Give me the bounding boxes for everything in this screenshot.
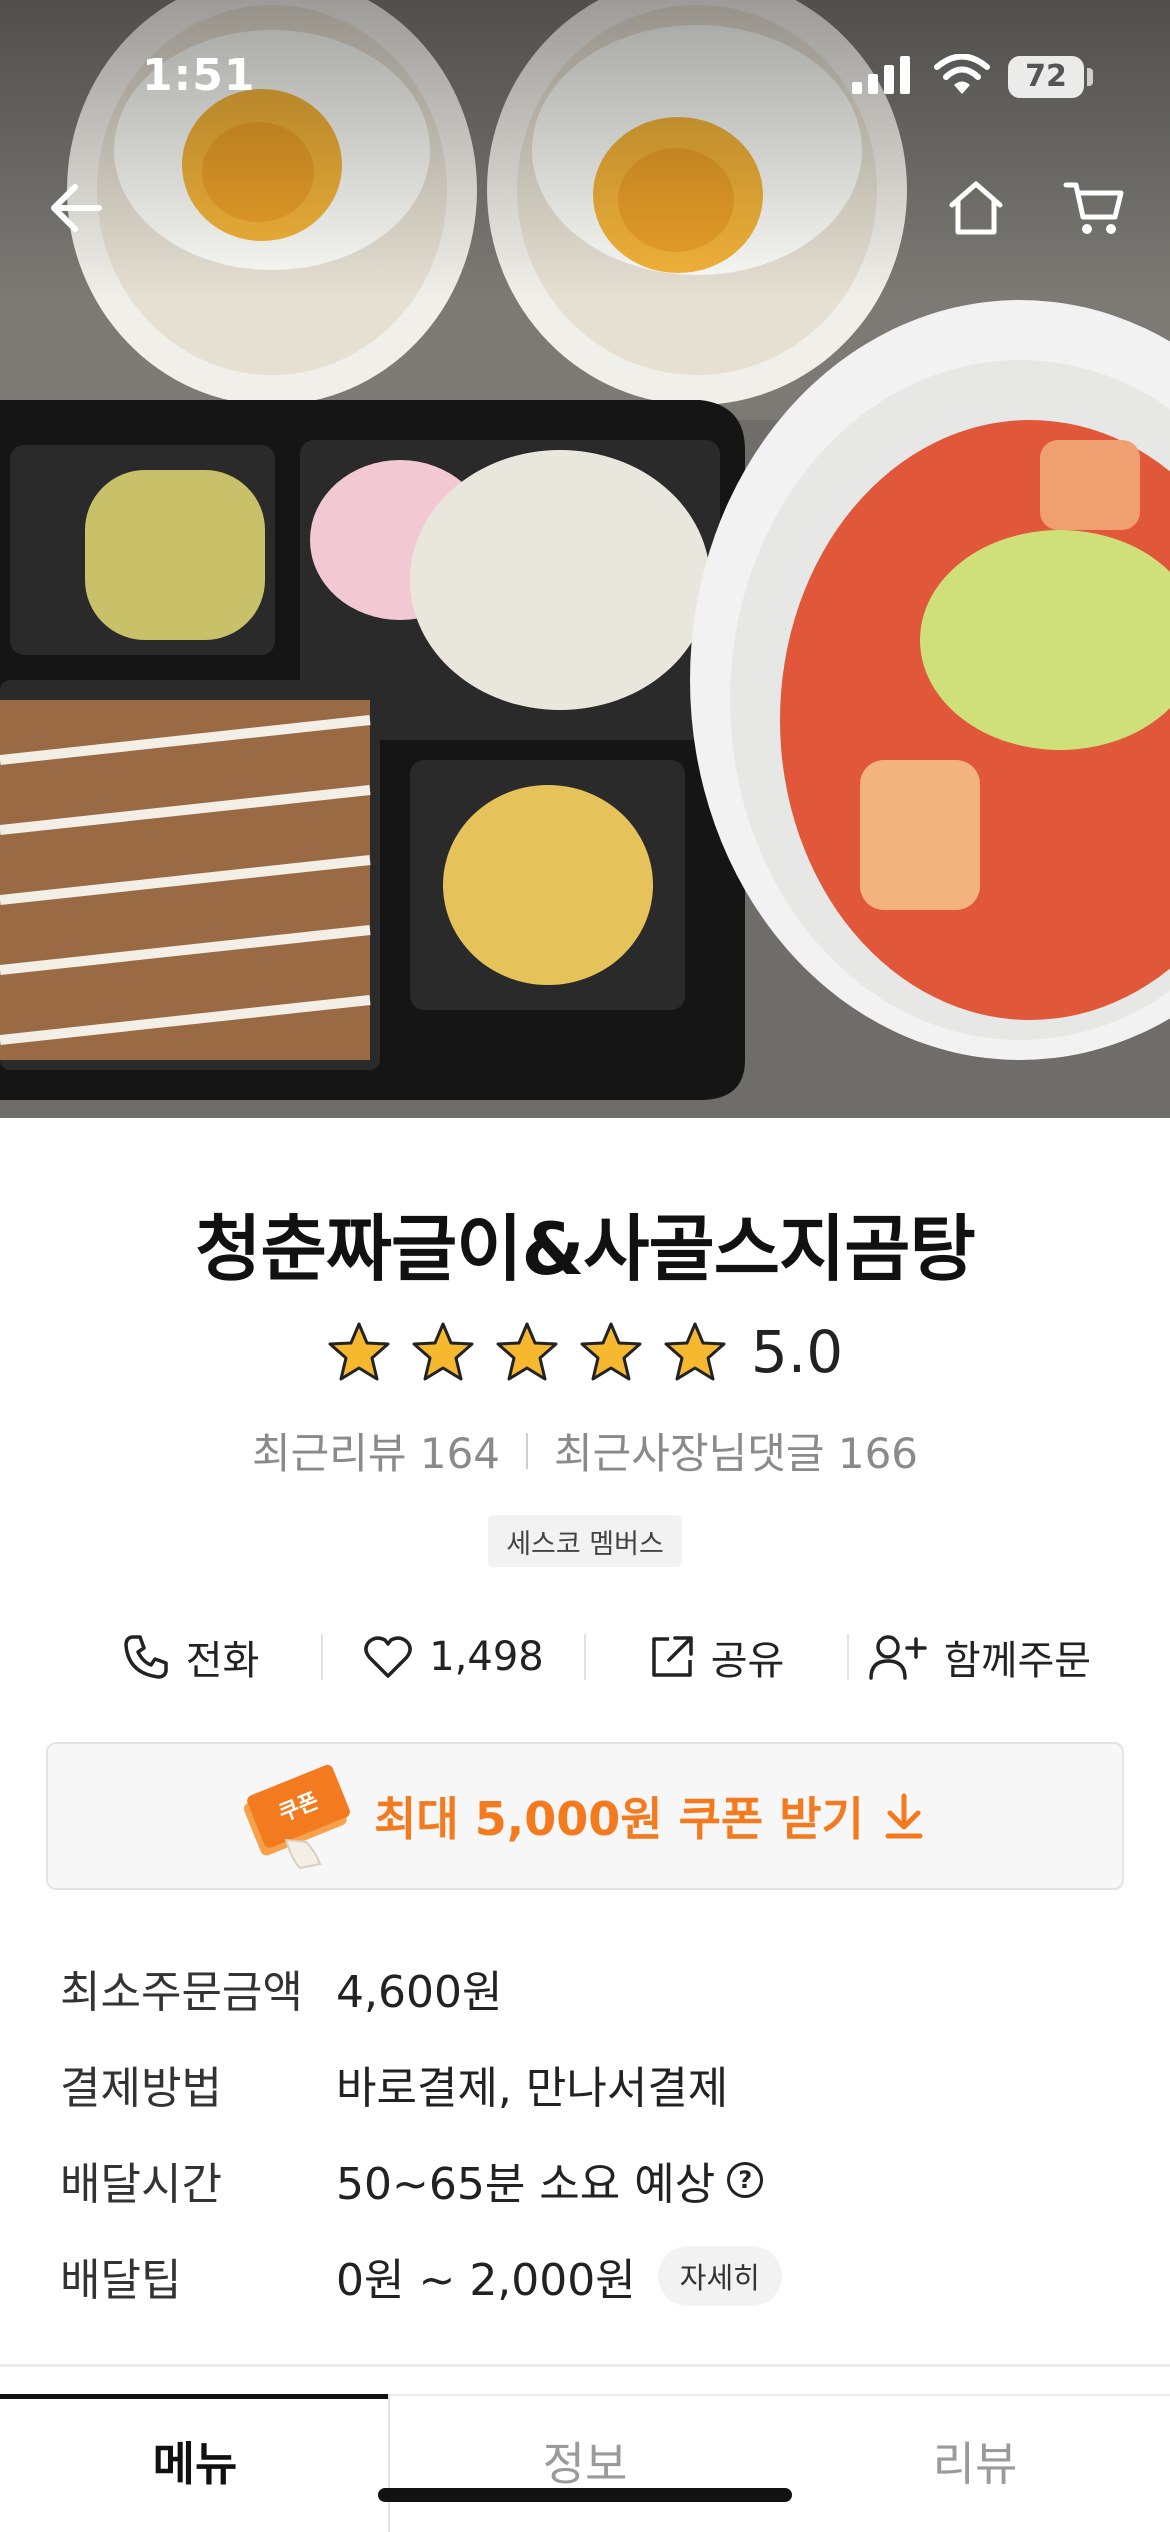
delivery-time-value: 50~65분 소요 예상	[336, 2159, 716, 2210]
battery-level: 72	[1025, 59, 1067, 94]
status-time: 1:51	[142, 50, 256, 101]
min-order-value: 4,600원	[336, 1967, 503, 2018]
cesco-members-badge: 세스코 멤버스	[488, 1515, 682, 1567]
store-info: 최소주문금액 4,600원 결제방법 바로결제, 만나서결제 배달시간 50~6…	[60, 1940, 1120, 2324]
tab-info[interactable]: 정보	[390, 2396, 780, 2532]
rating-value: 5.0	[750, 1318, 844, 1386]
share-icon	[651, 1636, 693, 1677]
back-button[interactable]	[40, 172, 112, 244]
like-button[interactable]: 1,498	[323, 1634, 584, 1680]
star-icon	[328, 1322, 390, 1381]
recent-reviews-count[interactable]: 최근리뷰 164	[252, 1420, 500, 1481]
phone-icon	[123, 1635, 168, 1679]
share-label: 공유	[710, 1638, 785, 1684]
payment-value: 바로결제, 만나서결제	[336, 2063, 729, 2114]
tab-divider	[388, 2394, 390, 2532]
meta-divider	[526, 1432, 529, 1469]
star-icon	[580, 1322, 642, 1381]
coupon-download-button[interactable]: 쿠폰 최대 5,000원 쿠폰 받기	[46, 1742, 1124, 1890]
star-icon	[412, 1322, 474, 1381]
payment-label: 결제방법	[60, 2063, 222, 2114]
section-divider	[0, 2364, 1170, 2367]
action-row: 전화 1,498 공유 함께주문	[60, 1620, 1110, 1694]
status-bar: 1:51 72	[0, 0, 1170, 150]
store-tabs: 메뉴 정보 리뷰	[0, 2394, 1170, 2532]
coupon-ticket-icon: 쿠폰	[244, 1764, 350, 1870]
star-icon	[496, 1322, 558, 1381]
battery-tip	[1087, 68, 1093, 86]
tab-menu[interactable]: 메뉴	[0, 2394, 390, 2532]
cart-button[interactable]	[1058, 172, 1130, 244]
battery-icon: 72	[1008, 56, 1084, 98]
heart-icon	[364, 1636, 413, 1678]
group-order-label: 함께주문	[943, 1638, 1092, 1684]
rating-stars	[327, 1321, 727, 1383]
coupon-label: 최대 5,000원 쿠폰 받기	[374, 1792, 864, 1846]
download-arrow-icon	[885, 1793, 923, 1839]
store-name: 청춘짜글이&사골스지곰탕	[195, 1207, 975, 1291]
help-circle-icon[interactable]: ?	[727, 2162, 764, 2198]
delivery-tip-label: 배달팁	[60, 2255, 182, 2306]
delivery-tip-value: 0원 ~ 2,000원	[336, 2255, 636, 2306]
food-photo-illustration	[0, 0, 1170, 1118]
delivery-time-label: 배달시간	[60, 2159, 222, 2210]
min-order-row: 최소주문금액 4,600원	[60, 1940, 1120, 2036]
delivery-time-row: 배달시간 50~65분 소요 예상 ?	[60, 2132, 1120, 2228]
wifi-icon	[934, 54, 990, 94]
delivery-tip-detail-button[interactable]: 자세히	[657, 2246, 782, 2306]
cellular-signal-icon	[852, 56, 910, 94]
share-button[interactable]: 공유	[586, 1628, 847, 1686]
delivery-time-value-wrap: 50~65분 소요 예상 ?	[336, 2148, 764, 2212]
review-meta: 최근리뷰 164 최근사장님댓글 166	[0, 1420, 1170, 1481]
min-order-label: 최소주문금액	[60, 1967, 303, 2018]
rating-row[interactable]: 5.0	[0, 1318, 1170, 1386]
delivery-tip-row: 배달팁 0원 ~ 2,000원 자세히	[60, 2228, 1120, 2324]
call-button[interactable]: 전화	[60, 1628, 321, 1686]
star-icon	[664, 1322, 726, 1381]
call-label: 전화	[185, 1638, 260, 1684]
likes-count: 1,498	[429, 1634, 544, 1680]
add-person-icon	[869, 1635, 927, 1680]
arrow-left-icon	[51, 184, 102, 232]
home-icon	[949, 181, 1003, 235]
delivery-tip-value-wrap: 0원 ~ 2,000원 자세히	[336, 2244, 782, 2308]
payment-row: 결제방법 바로결제, 만나서결제	[60, 2036, 1120, 2132]
tab-review[interactable]: 리뷰	[780, 2396, 1170, 2532]
cart-icon	[1063, 182, 1124, 234]
group-order-button[interactable]: 함께주문	[849, 1628, 1110, 1686]
recent-owner-replies-count[interactable]: 최근사장님댓글 166	[554, 1420, 918, 1481]
home-indicator[interactable]	[378, 2488, 792, 2502]
store-hero-photo: 1:51 72	[0, 0, 1170, 1118]
home-button[interactable]	[940, 172, 1012, 244]
